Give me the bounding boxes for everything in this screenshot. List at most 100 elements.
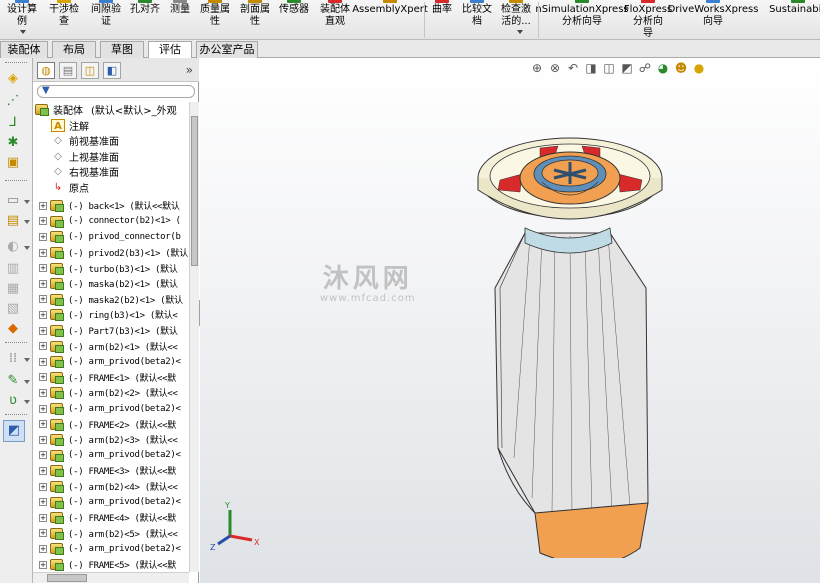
filter-icon[interactable]: ▼ [42, 85, 50, 96]
zoom-to-fit-icon[interactable]: ⊕ [530, 61, 544, 75]
component-row[interactable]: + (-) arm_privod(beta2)< [39, 401, 189, 417]
ribbon-button[interactable]: 间隙验 证 [86, 0, 126, 39]
component-row[interactable]: + (-) privod_connector(b [39, 229, 189, 245]
apply-scene-icon[interactable]: ☻ [674, 61, 688, 75]
expand-icon[interactable]: + [39, 248, 47, 257]
coordinate-icon[interactable]: ⅃ [4, 114, 22, 132]
chevron-down-icon[interactable] [20, 30, 26, 34]
component-row[interactable]: + (-) arm_privod(beta2)< [39, 494, 189, 510]
scroll-thumb[interactable] [191, 116, 198, 266]
component-row[interactable]: + (-) arm_privod(beta2)< [39, 448, 189, 464]
chevron-down-icon[interactable] [24, 400, 30, 404]
component-row[interactable]: + (-) privod2(b3)<1> (默认 [39, 245, 189, 261]
smart-fasteners-icon[interactable]: ▧ [4, 300, 22, 318]
expand-icon[interactable]: + [39, 217, 47, 226]
chevron-down-icon[interactable] [24, 358, 30, 362]
ribbon-button[interactable]: 检查激 活的... [496, 0, 536, 39]
configuration-manager-tab-icon[interactable]: ◫ [81, 62, 99, 79]
exploded-view-icon[interactable]: ◆ [4, 320, 22, 338]
tree-item[interactable]: ↳ 原点 [51, 180, 189, 196]
sketch-icon[interactable]: ✎ [4, 372, 22, 390]
expand-icon[interactable]: + [39, 529, 47, 538]
hide-show-items-icon[interactable]: ☍ [638, 61, 652, 75]
pattern-icon[interactable]: ⁞⁞ [4, 350, 22, 368]
expand-icon[interactable]: + [39, 513, 47, 522]
component-row[interactable]: + (-) maska2(b2)<1> (默认 [39, 292, 189, 308]
expand-icon[interactable]: + [39, 498, 47, 507]
graphics-area[interactable]: ⊕ ⊗ ↶ ◨ ◫ ◩ ☍ ◕ ☻ ● 沐风网 www.mfcad.com Y … [200, 58, 820, 583]
chevron-down-icon[interactable] [24, 200, 30, 204]
component-row[interactable]: + (-) FRAME<5> (默认<<默 [39, 557, 189, 572]
chevron-down-icon[interactable] [24, 220, 30, 224]
section-view-icon[interactable]: ◨ [584, 61, 598, 75]
ribbon-button[interactable]: 比较文 档 [460, 0, 494, 39]
expand-icon[interactable]: + [39, 310, 47, 319]
view-orientation-icon[interactable]: ◫ [602, 61, 616, 75]
component-row[interactable]: + (-) FRAME<2> (默认<<默 [39, 416, 189, 432]
command-tab[interactable]: 办公室产品 [196, 41, 258, 58]
component-row[interactable]: + (-) back<1> (默认<<默认 [39, 198, 189, 214]
point-icon[interactable]: ✱ [4, 134, 22, 152]
expand-icon[interactable]: + [39, 420, 47, 429]
component-row[interactable]: + (-) Part7(b3)<1> (默认 [39, 323, 189, 339]
smart-dimension-icon[interactable]: ◈ [4, 70, 22, 88]
ribbon-button[interactable]: 传感器 [276, 0, 312, 39]
ribbon-button[interactable]: 干涉检 查 [44, 0, 84, 39]
ribbon-button[interactable]: FloXpress 分析向 导 [624, 0, 672, 39]
expand-icon[interactable]: + [39, 201, 47, 210]
ribbon-button[interactable]: 曲率 [428, 0, 456, 39]
command-tab[interactable]: 装配体 [0, 41, 48, 58]
view-settings-icon[interactable]: ● [692, 61, 706, 75]
ribbon-button[interactable]: 孔对齐 [128, 0, 162, 39]
expand-icon[interactable]: + [39, 482, 47, 491]
previous-view-icon[interactable]: ↶ [566, 61, 580, 75]
component-row[interactable]: + (-) FRAME<4> (默认<<默 [39, 510, 189, 526]
expand-icon[interactable]: + [39, 357, 47, 366]
component-row[interactable]: + (-) turbo(b3)<1> (默认 [39, 260, 189, 276]
command-tab[interactable]: 草图 [100, 41, 144, 58]
property-manager-tab-icon[interactable]: ▤ [59, 62, 77, 79]
expand-icon[interactable]: + [39, 544, 47, 553]
chevron-down-icon[interactable] [24, 380, 30, 384]
tree-item[interactable]: ◇ 右视基准面 [51, 164, 189, 180]
edit-appearance-icon[interactable]: ◕ [656, 61, 670, 75]
component-row[interactable]: + (-) arm_privod(beta2)< [39, 541, 189, 557]
component-row[interactable]: + (-) ring(b3)<1> (默认< [39, 307, 189, 323]
display-manager-tab-icon[interactable]: ◧ [103, 62, 121, 79]
component-row[interactable]: + (-) arm(b2)<2> (默认<< [39, 385, 189, 401]
chevron-down-icon[interactable] [517, 30, 523, 34]
expand-panel-icon[interactable]: » [186, 63, 193, 77]
insert-component-icon[interactable]: ▭ [4, 192, 22, 210]
component-row[interactable]: + (-) arm(b2)<4> (默认<< [39, 479, 189, 495]
ribbon-button[interactable]: 剖面属 性 [236, 0, 274, 39]
component-row[interactable]: + (-) connector(b2)<1> ( [39, 214, 189, 230]
component-row[interactable]: + (-) arm_privod(beta2)< [39, 354, 189, 370]
command-tab[interactable]: 评估 [148, 41, 192, 59]
tree-horizontal-scrollbar[interactable] [33, 572, 189, 583]
spline-icon[interactable]: ʋ [4, 392, 22, 410]
expand-icon[interactable]: + [39, 560, 47, 569]
zoom-to-area-icon[interactable]: ⊗ [548, 61, 562, 75]
assembly-feature-icon[interactable]: ▤ [4, 212, 22, 230]
tree-item[interactable]: ◇ 前视基准面 [51, 133, 189, 149]
ribbon-button[interactable]: 质量属 性 [196, 0, 234, 39]
ribbon-button[interactable]: Sustainabili [768, 0, 820, 39]
tree-root[interactable]: 装配体 (默认<默认>_外观 [35, 102, 189, 118]
expand-icon[interactable]: + [39, 295, 47, 304]
chevron-down-icon[interactable] [24, 246, 30, 250]
expand-icon[interactable]: + [39, 264, 47, 273]
expand-icon[interactable]: + [39, 404, 47, 413]
line-icon[interactable]: ⋰ [4, 92, 22, 110]
component-row[interactable]: + (-) arm(b2)<3> (默认<< [39, 432, 189, 448]
tree-vertical-scrollbar[interactable] [189, 102, 199, 572]
hide-show-icon[interactable]: ▥ [4, 260, 22, 278]
ribbon-button[interactable]: AssemblyXpert [352, 0, 428, 39]
command-tab[interactable]: 布局 [52, 41, 96, 58]
expand-icon[interactable]: + [39, 435, 47, 444]
component-row[interactable]: + (-) FRAME<1> (默认<<默 [39, 370, 189, 386]
component-row[interactable]: + (-) arm(b2)<1> (默认<< [39, 338, 189, 354]
expand-icon[interactable]: + [39, 451, 47, 460]
ribbon-button[interactable]: 装配体 直观 [314, 0, 356, 39]
expand-icon[interactable]: + [39, 373, 47, 382]
ribbon-button[interactable]: nSimulationXpress 分析向导 [535, 0, 629, 39]
